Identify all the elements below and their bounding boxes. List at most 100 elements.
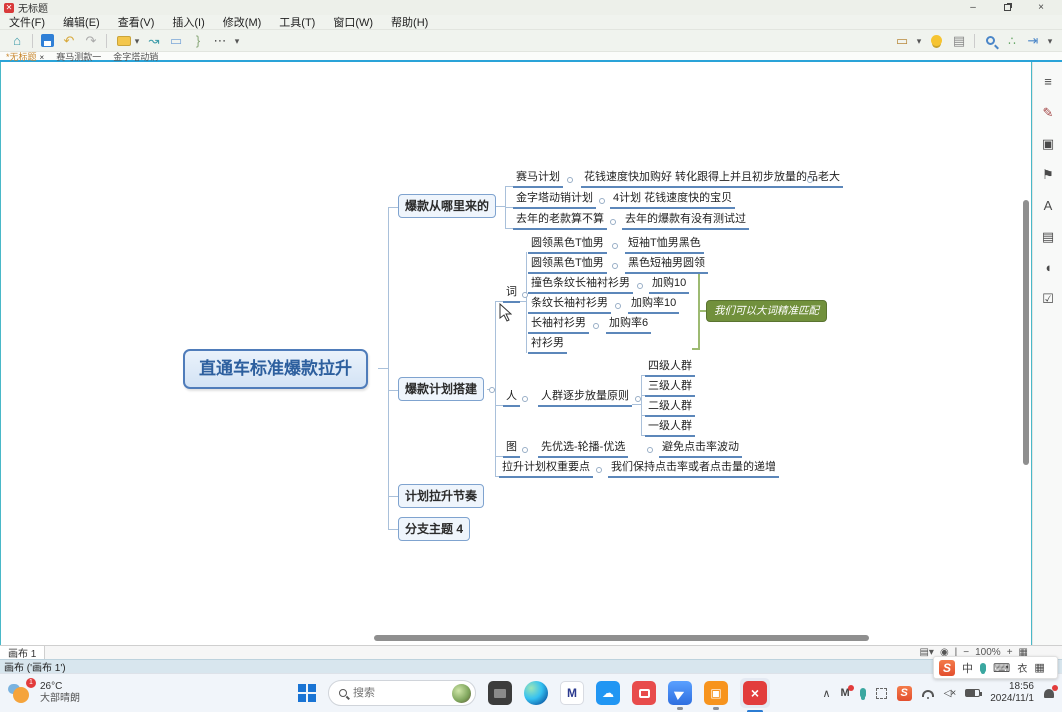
voice-input-icon[interactable] <box>980 662 986 673</box>
menu-view[interactable]: 查看(V) <box>109 14 164 30</box>
collapse-toggle[interactable] <box>522 396 528 402</box>
collapse-toggle[interactable] <box>596 467 602 473</box>
note-icon[interactable]: ▤ <box>1040 229 1056 245</box>
subtopic[interactable]: 4计划 花钱速度快的宝贝 <box>610 192 736 209</box>
subtopic[interactable]: 衬衫男 <box>528 337 567 354</box>
tab-close-icon[interactable]: × <box>40 53 45 62</box>
horizontal-scrollbar[interactable] <box>374 635 869 641</box>
subtopic[interactable]: 黑色短袖男圆领 <box>625 257 708 274</box>
subtopic[interactable]: 条纹长袖衬衫男 <box>528 297 611 314</box>
menu-window[interactable]: 窗口(W) <box>324 14 382 30</box>
close-button[interactable]: × <box>1024 0 1058 15</box>
red-app-icon[interactable] <box>632 681 656 705</box>
task-icon[interactable]: ☑ <box>1040 291 1056 307</box>
vertical-scrollbar[interactable] <box>1023 200 1029 465</box>
collapse-toggle[interactable] <box>647 447 653 453</box>
central-topic[interactable]: 直通车标准爆款拉升 <box>183 349 368 389</box>
cloud-drive-icon[interactable]: ☁ <box>596 681 620 705</box>
edge-browser-icon[interactable] <box>524 681 548 705</box>
collapse-toggle[interactable] <box>567 177 573 183</box>
subtopic[interactable]: 人群逐步放量原则 <box>538 390 632 407</box>
subtopic[interactable]: 去年的老款算不算 <box>513 213 607 230</box>
subtopic[interactable]: 四级人群 <box>645 360 695 377</box>
tray-mic-icon[interactable] <box>859 688 866 698</box>
subtopic[interactable]: 词 <box>503 286 520 303</box>
subtopic[interactable]: 圆领黑色T恤男 <box>528 257 607 274</box>
collapse-toggle[interactable] <box>637 283 643 289</box>
weather-widget[interactable]: 1 26°C 大部晴朗 <box>0 678 150 706</box>
subtopic[interactable]: 拉升计划权重要点 <box>499 461 593 478</box>
camera-app-icon[interactable]: ▣ <box>704 681 728 710</box>
tab-jinzita[interactable]: 金字塔动销 <box>107 50 164 63</box>
subtopic[interactable]: 去年的爆款有没有测试过 <box>622 213 749 230</box>
tray-chevron-icon[interactable]: ∧ <box>822 687 830 700</box>
collapse-toggle[interactable] <box>635 396 641 402</box>
subtopic[interactable]: 撞色条纹长袖衬衫男 <box>528 277 633 294</box>
summary-topic[interactable]: 我们可以大词精准匹配 <box>706 300 827 322</box>
mindmaster-app-icon[interactable]: M <box>560 681 584 705</box>
text-icon[interactable]: A <box>1040 198 1056 214</box>
branch-topic[interactable]: 爆款计划搭建 <box>398 377 485 401</box>
redo-icon[interactable]: ↷ <box>80 31 102 51</box>
collapse-toggle[interactable] <box>599 198 605 204</box>
save-icon[interactable] <box>41 34 54 47</box>
subtopic[interactable]: 金字塔动销计划 <box>513 192 596 209</box>
tray-m-icon[interactable]: M <box>841 685 854 699</box>
volume-muted-icon[interactable]: ◁× <box>944 688 956 699</box>
menu-edit[interactable]: 编辑(E) <box>54 14 109 30</box>
branch-topic[interactable]: 分支主题 4 <box>398 517 471 541</box>
subtopic[interactable]: 人 <box>503 390 520 407</box>
pointer-app-icon[interactable]: ▶ <box>668 681 692 710</box>
menu-tools[interactable]: 工具(T) <box>270 14 324 30</box>
idea-tips-icon[interactable] <box>931 35 942 46</box>
tray-snip-icon[interactable] <box>875 687 887 699</box>
subtopic[interactable]: 花钱速度快加购好 转化跟得上并且初步放量的品 <box>581 171 822 188</box>
search-input[interactable] <box>353 687 439 699</box>
ime-mode-indicator[interactable]: 中 <box>962 660 973 676</box>
subtopic[interactable]: 先优选-轮播-优选 <box>538 441 629 458</box>
sogou-logo-icon[interactable]: S <box>939 659 955 676</box>
chevron-down-icon[interactable]: ▾ <box>231 31 243 51</box>
relationship-icon[interactable]: ↝ <box>143 31 165 51</box>
active-app[interactable]: × <box>740 678 770 712</box>
callout-icon[interactable]: ▭ <box>165 31 187 51</box>
battery-icon[interactable] <box>965 689 983 697</box>
chevron-down-icon[interactable]: ▾ <box>1044 31 1056 51</box>
tab-saima[interactable]: 赛马测款一 <box>50 50 107 63</box>
tray-clock[interactable]: 18:56 2024/11/1 <box>990 681 1034 705</box>
outline-icon[interactable]: ≡ <box>1040 74 1056 90</box>
subtopic[interactable]: 短袖T恤男黑色 <box>625 237 704 254</box>
zoom-search-icon[interactable] <box>986 36 995 45</box>
branch-topic[interactable]: 爆款从哪里来的 <box>398 194 497 218</box>
menu-modify[interactable]: 修改(M) <box>214 14 271 30</box>
menu-help[interactable]: 帮助(H) <box>382 14 437 30</box>
menu-insert[interactable]: 插入(I) <box>163 14 213 30</box>
share-icon[interactable]: ∴ <box>1002 34 1022 48</box>
theme-layout-icon[interactable] <box>117 35 131 46</box>
keyboard-icon[interactable]: ⌨ <box>993 661 1010 675</box>
subtopic[interactable]: 加购率6 <box>606 317 652 334</box>
subtopic[interactable]: 我们保持点击率或者点击量的递增 <box>608 461 779 478</box>
undo-icon[interactable]: ↶ <box>58 31 80 51</box>
more-icon[interactable]: ⋯ <box>209 31 231 51</box>
taskbar-search[interactable] <box>328 680 476 706</box>
wifi-icon[interactable] <box>921 689 934 699</box>
export-icon[interactable]: ⇥ <box>1022 31 1044 51</box>
branch-topic[interactable]: 计划拉升节奏 <box>398 484 485 508</box>
start-button[interactable] <box>298 684 316 702</box>
subtopic[interactable]: 赛马计划 <box>513 171 563 188</box>
toolbox-icon[interactable]: ▦ <box>1034 661 1044 674</box>
subtopic[interactable]: 长袖衬衫男 <box>528 317 589 334</box>
menu-file[interactable]: 文件(F) <box>0 14 54 30</box>
summary-icon[interactable]: } <box>187 31 209 51</box>
collapse-toggle[interactable] <box>612 243 618 249</box>
page-layout-icon[interactable]: ▤▾ <box>919 647 933 658</box>
collapse-toggle[interactable] <box>489 387 495 393</box>
collapse-toggle[interactable] <box>807 177 813 183</box>
minimize-button[interactable]: – <box>956 0 990 15</box>
panel-icon[interactable]: ▤ <box>948 31 970 51</box>
subtopic[interactable]: 二级人群 <box>645 400 695 417</box>
collapse-toggle[interactable] <box>593 323 599 329</box>
subtopic[interactable]: 老大 <box>815 171 843 188</box>
subtopic[interactable]: 加购10 <box>649 277 690 294</box>
